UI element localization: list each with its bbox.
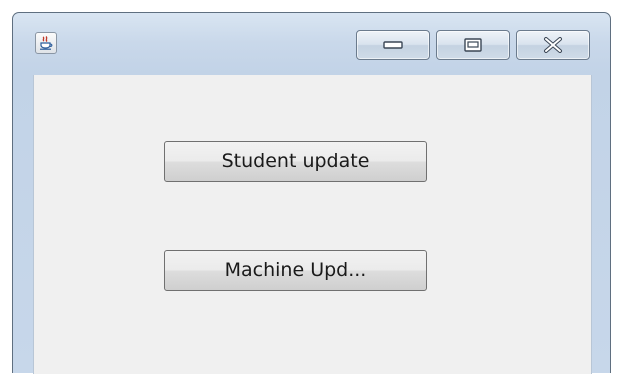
maximize-icon	[464, 38, 482, 52]
title-bar[interactable]	[13, 13, 610, 73]
caption-buttons	[356, 30, 590, 60]
machine-update-button[interactable]: Machine Upd...	[164, 250, 427, 291]
close-icon	[544, 37, 562, 53]
content-pane: Student update Machine Upd...	[33, 75, 592, 374]
application-window: Student update Machine Upd...	[12, 12, 611, 374]
close-button[interactable]	[516, 30, 590, 60]
java-cup-icon-graphic	[40, 35, 53, 50]
minimize-button[interactable]	[356, 30, 430, 60]
maximize-button[interactable]	[436, 30, 510, 60]
student-update-button[interactable]: Student update	[164, 141, 427, 182]
java-cup-icon[interactable]	[35, 32, 57, 54]
minimize-icon	[383, 41, 403, 49]
